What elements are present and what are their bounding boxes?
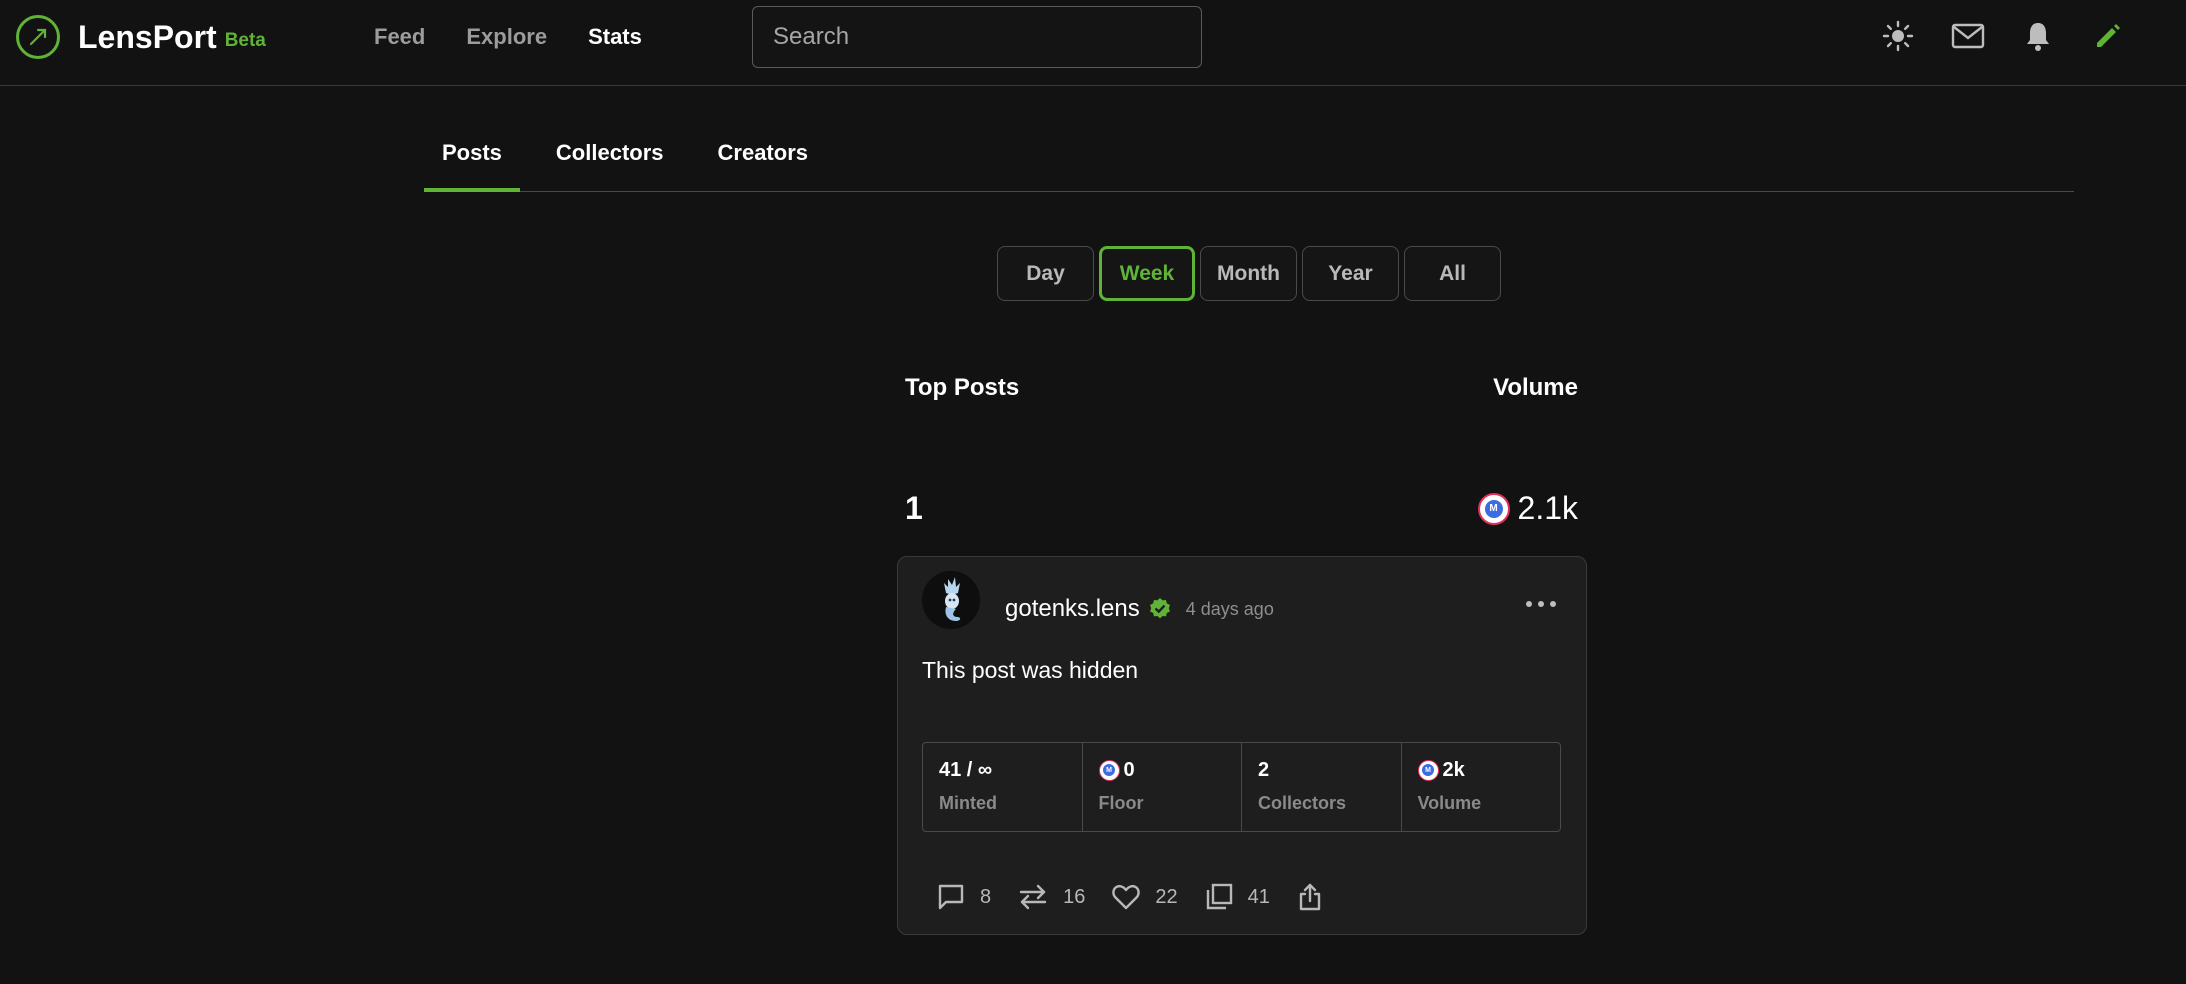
comment-icon [938, 884, 964, 910]
comment-count: 8 [980, 885, 992, 908]
post-volume: M 2.1k [1477, 490, 1578, 527]
stat-collectors-label: Collectors [1258, 793, 1347, 813]
brand-name: LensPort [78, 18, 217, 55]
tab-collectors[interactable]: Collectors [538, 120, 682, 192]
mirror-icon [1019, 884, 1047, 910]
verified-badge-icon [1149, 598, 1170, 619]
filter-all-button[interactable]: All [1404, 246, 1501, 301]
time-range-filter: Day Week Month Year All [997, 246, 1506, 301]
post-card[interactable]: gotenks.lens 4 days ago This post was hi… [897, 556, 1587, 935]
token-icon: M [1417, 759, 1439, 781]
stat-volume-label: Volume [1417, 793, 1482, 813]
main-nav: Feed Explore Stats [374, 24, 683, 50]
search-input[interactable] [752, 6, 1202, 68]
tab-posts[interactable]: Posts [424, 120, 520, 192]
collect-count: 41 [1247, 885, 1270, 908]
token-icon: M [1098, 759, 1120, 781]
nav-stats[interactable]: Stats [588, 24, 642, 50]
mirror-count: 16 [1063, 885, 1086, 908]
post-volume-value: 2.1k [1517, 490, 1578, 526]
stats-tabs: Posts Collectors Creators [424, 120, 2074, 192]
post-actions: 8 16 22 41 [936, 882, 1350, 912]
collect-stats: 41 / ∞ Minted M 0 Floor 2 Collectors M 2… [922, 742, 1561, 832]
post-timestamp: 4 days ago [1185, 598, 1274, 619]
nav-feed[interactable]: Feed [374, 24, 425, 50]
sun-icon[interactable] [1880, 18, 1916, 54]
post-content: This post was hidden [922, 657, 1139, 683]
stat-floor: M 0 Floor [1083, 743, 1242, 831]
beta-badge: Beta [224, 30, 266, 51]
stat-floor-value: 0 [1123, 758, 1135, 781]
stat-minted: 41 / ∞ Minted [923, 743, 1083, 831]
author-handle[interactable]: gotenks.lens [1005, 595, 1140, 623]
like-button[interactable]: 22 [1111, 883, 1178, 911]
header-actions [1880, 18, 2160, 54]
comment-button[interactable]: 8 [936, 882, 991, 912]
more-options-icon[interactable] [1526, 597, 1556, 611]
stat-floor-label: Floor [1098, 793, 1144, 813]
filter-month-button[interactable]: Month [1200, 246, 1297, 301]
stat-minted-label: Minted [939, 793, 997, 813]
top-posts-heading: Top Posts [905, 374, 1020, 401]
collect-button[interactable]: 41 [1204, 882, 1270, 912]
avatar[interactable] [922, 571, 980, 629]
stat-volume: M 2k Volume [1402, 743, 1561, 831]
tab-creators[interactable]: Creators [700, 120, 826, 192]
stat-collectors-value: 2 [1258, 758, 1270, 781]
top-navbar: LensPort Beta Feed Explore Stats [0, 0, 2186, 86]
mail-icon[interactable] [1950, 18, 1986, 54]
filter-week-button[interactable]: Week [1099, 246, 1195, 301]
pencil-icon[interactable] [2090, 18, 2126, 54]
heart-icon [1112, 884, 1141, 910]
stat-collectors: 2 Collectors [1242, 743, 1402, 831]
logo[interactable]: LensPort Beta [16, 15, 266, 59]
compass-logo-icon [16, 15, 60, 59]
stat-minted-value: 41 / ∞ [939, 758, 993, 781]
stat-volume-value: 2k [1442, 758, 1465, 781]
share-button[interactable] [1296, 882, 1324, 912]
like-count: 22 [1155, 885, 1178, 908]
post-author: gotenks.lens 4 days ago [1005, 595, 1274, 623]
filter-day-button[interactable]: Day [997, 246, 1094, 301]
volume-heading: Volume [1493, 374, 1578, 401]
filter-year-button[interactable]: Year [1302, 246, 1399, 301]
share-icon [1299, 883, 1321, 911]
list-header: Top Posts Volume [905, 374, 1578, 402]
rank-number: 1 [905, 490, 923, 526]
token-icon: M [1477, 492, 1510, 525]
bell-icon[interactable] [2020, 18, 2056, 54]
nav-explore[interactable]: Explore [466, 24, 547, 50]
mirror-button[interactable]: 16 [1017, 882, 1085, 912]
rank-row: 1 M 2.1k [905, 490, 1578, 527]
collect-icon [1206, 883, 1232, 910]
